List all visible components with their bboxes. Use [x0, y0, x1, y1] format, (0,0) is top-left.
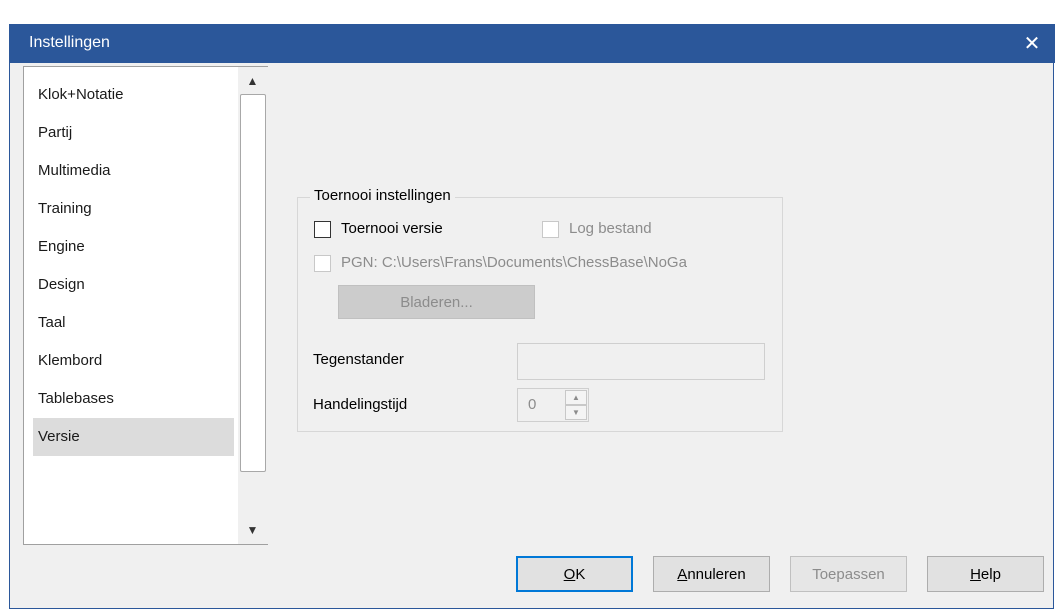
cancel-button[interactable]: Annuleren	[653, 556, 770, 592]
close-icon: ✕	[1023, 33, 1041, 55]
browse-button[interactable]: Bladeren...	[338, 285, 535, 319]
sidebar-item-multimedia[interactable]: Multimedia	[33, 152, 234, 190]
log-file-checkbox[interactable]	[542, 221, 559, 238]
pgn-path-label[interactable]: PGN: C:\Users\Frans\Documents\ChessBase\…	[341, 254, 687, 271]
sidebar-item-engine[interactable]: Engine	[33, 228, 234, 266]
spin-down-button[interactable]: ▼	[565, 405, 587, 420]
ok-button[interactable]: OK	[516, 556, 633, 592]
handling-time-stepper[interactable]: 0 ▲ ▼	[517, 388, 589, 422]
cancel-label-rest: nnuleren	[687, 565, 746, 583]
sidebar-item-klembord[interactable]: Klembord	[33, 342, 234, 380]
settings-category-list: Klok+Notatie Partij Multimedia Training …	[23, 66, 268, 545]
handling-time-label: Handelingstijd	[313, 396, 408, 413]
handling-time-value[interactable]: 0	[528, 396, 536, 413]
tournament-version-label[interactable]: Toernooi versie	[341, 220, 443, 237]
dialog-title: Instellingen	[29, 34, 110, 51]
arrow-down-icon: ▼	[246, 523, 259, 537]
sidebar-item-training[interactable]: Training	[33, 190, 234, 228]
title-bar: Instellingen ✕	[10, 24, 1055, 63]
arrow-up-icon: ▲	[246, 74, 259, 88]
ok-mnemonic: O	[563, 565, 576, 583]
tournament-version-checkbox[interactable]	[314, 221, 331, 238]
opponent-label: Tegenstander	[313, 351, 404, 368]
settings-dialog: Instellingen ✕ Klok+Notatie Partij Multi…	[9, 24, 1055, 609]
sidebar-item-taal[interactable]: Taal	[33, 304, 234, 342]
spin-up-button[interactable]: ▲	[565, 390, 587, 405]
sidebar-item-design[interactable]: Design	[33, 266, 234, 304]
cancel-mnemonic: A	[677, 565, 688, 583]
pgn-checkbox[interactable]	[314, 255, 331, 272]
log-file-label[interactable]: Log bestand	[569, 220, 652, 237]
sidebar-scrollbar[interactable]: ▲ ▼	[238, 67, 268, 544]
sidebar-item-partij[interactable]: Partij	[33, 114, 234, 152]
scroll-up-button[interactable]: ▲	[239, 68, 266, 94]
spin-up-icon: ▲	[572, 393, 580, 402]
opponent-field[interactable]	[517, 343, 765, 380]
sidebar-item-klok-notatie[interactable]: Klok+Notatie	[33, 76, 234, 114]
help-label-rest: elp	[980, 565, 1001, 583]
apply-button[interactable]: Toepassen	[790, 556, 907, 592]
close-button[interactable]: ✕	[1009, 24, 1055, 63]
sidebar-item-tablebases[interactable]: Tablebases	[33, 380, 234, 418]
scroll-down-button[interactable]: ▼	[239, 517, 266, 543]
sidebar-item-versie[interactable]: Versie	[33, 418, 234, 456]
help-button[interactable]: Help	[927, 556, 1044, 592]
ok-label-rest: K	[575, 565, 586, 583]
scrollbar-thumb[interactable]	[240, 94, 266, 472]
help-mnemonic: H	[970, 565, 981, 583]
group-label: Toernooi instellingen	[310, 187, 455, 204]
spin-down-icon: ▼	[572, 408, 580, 417]
